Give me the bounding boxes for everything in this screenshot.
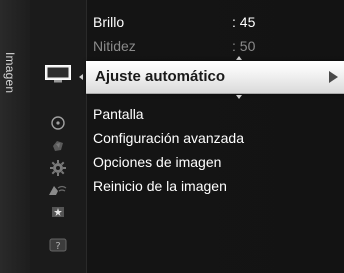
menu-item-brillo-value: : 45 bbox=[232, 14, 256, 30]
menu-item-opciones-de-imagen[interactable]: Opciones de imagen bbox=[93, 154, 221, 170]
input-icon[interactable] bbox=[44, 180, 72, 200]
selected-item-label: Ajuste automático bbox=[95, 68, 226, 85]
menu-item-nitidez-value: : 50 bbox=[232, 38, 256, 54]
menu-item-reinicio-de-la-imagen[interactable]: Reinicio de la imagen bbox=[93, 178, 227, 194]
channel-icon[interactable] bbox=[44, 136, 72, 156]
menu-panel: Imagen ? Brillo: 45 Nitidez: 50 Ajuste… bbox=[0, 0, 344, 273]
menu-item-nitidez[interactable]: Nitidez bbox=[93, 38, 136, 54]
selection-pointer-icon bbox=[79, 74, 83, 80]
menu-item-configuracion-avanzada[interactable]: Configuración avanzada bbox=[93, 130, 244, 146]
scroll-down-icon[interactable] bbox=[236, 95, 242, 99]
menu-item-ajuste-automatico[interactable]: Ajuste automático bbox=[86, 61, 344, 94]
category-label: Imagen bbox=[3, 52, 17, 94]
category-tab: Imagen bbox=[0, 0, 31, 273]
support-icon[interactable]: ? bbox=[44, 235, 72, 255]
scroll-up-icon[interactable] bbox=[236, 56, 242, 60]
svg-text:?: ? bbox=[55, 241, 60, 252]
application-icon[interactable] bbox=[44, 202, 72, 222]
picture-icon[interactable] bbox=[44, 64, 72, 84]
setup-icon[interactable] bbox=[44, 158, 72, 178]
menu-item-brillo[interactable]: Brillo bbox=[93, 14, 124, 30]
sound-icon[interactable] bbox=[44, 113, 72, 133]
chevron-right-icon bbox=[329, 71, 338, 83]
menu-item-pantalla[interactable]: Pantalla bbox=[93, 106, 144, 122]
